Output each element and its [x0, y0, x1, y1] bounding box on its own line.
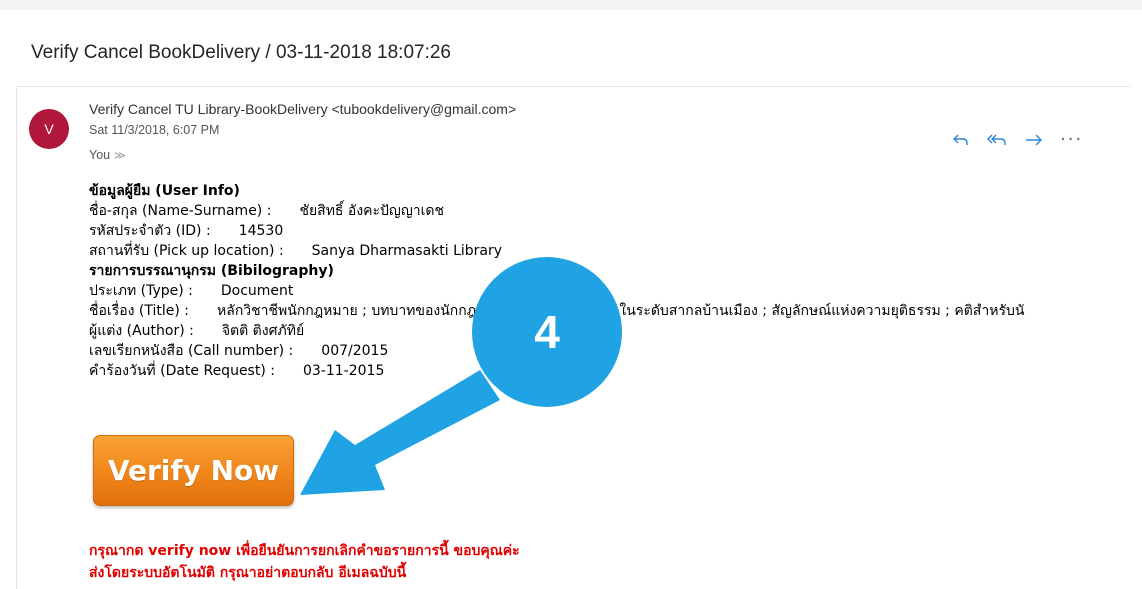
chevron-down-icon[interactable]: ≫	[114, 150, 126, 162]
id-row: รหัสประจำตัว (ID) : 14530	[89, 221, 1024, 241]
sender-avatar[interactable]: V	[29, 109, 69, 149]
more-icon[interactable]: ···	[1060, 131, 1083, 149]
pickup-label: สถานที่รับ (Pick up location) :	[89, 243, 284, 259]
title-label: ชื่อเรื่อง (Title) :	[89, 303, 190, 319]
tutorial-arrow	[300, 370, 500, 495]
message-actions: ···	[952, 131, 1099, 149]
reply-icon[interactable]	[952, 132, 970, 148]
name-row: ชื่อ-สกุล (Name-Surname) : ชัยสิทธิ์ อังค…	[89, 201, 1024, 221]
top-strip	[0, 0, 1142, 10]
type-value: Document	[220, 283, 294, 299]
email-subject: Verify Cancel BookDelivery / 03-11-2018 …	[31, 42, 452, 63]
author-label: ผู้แต่ง (Author) :	[89, 323, 194, 339]
date-request-label: คำร้องวันที่ (Date Request) :	[89, 363, 275, 379]
call-number-label: เลขเรียกหนังสือ (Call number) :	[89, 343, 294, 359]
reply-all-icon[interactable]	[986, 132, 1008, 148]
pickup-value: Sanya Dharmasakti Library	[311, 243, 503, 259]
name-value: ชัยสิทธิ์ อังคะปัญญาเดช	[299, 203, 445, 219]
message-border	[16, 86, 17, 589]
recipient-name: You	[89, 148, 111, 162]
sender-name[interactable]: Verify Cancel TU Library-BookDelivery <t…	[89, 101, 516, 117]
message-divider	[16, 86, 1131, 87]
verify-now-button[interactable]: Verify Now	[93, 435, 294, 506]
message-date: Sat 11/3/2018, 6:07 PM	[89, 123, 220, 137]
id-value: 14530	[238, 223, 284, 239]
author-value: จิตติ ติงศภัทิย์	[221, 323, 305, 339]
notice-line-2: ส่งโดยระบบอัตโนมัติ กรุณาอย่าตอบกลับ อีเ…	[89, 565, 407, 581]
type-label: ประเภท (Type) :	[89, 283, 193, 299]
name-label: ชื่อ-สกุล (Name-Surname) :	[89, 203, 272, 219]
step-number-badge: 4	[472, 257, 622, 407]
recipient-line[interactable]: You ≫	[89, 148, 126, 162]
forward-icon[interactable]	[1024, 132, 1044, 148]
user-info-header: ข้อมูลผู้ยืม (User Info)	[89, 183, 240, 199]
id-label: รหัสประจำตัว (ID) :	[89, 223, 211, 239]
notice-text: กรุณากด verify now เพื่อยืนยันการยกเลิกค…	[89, 540, 520, 584]
title-value: หลักวิชาชีพนักกฎหมาย ; บทบาทของนักกฎหมาย…	[217, 303, 1025, 319]
notice-line-1: กรุณากด verify now เพื่อยืนยันการยกเลิกค…	[89, 543, 520, 559]
